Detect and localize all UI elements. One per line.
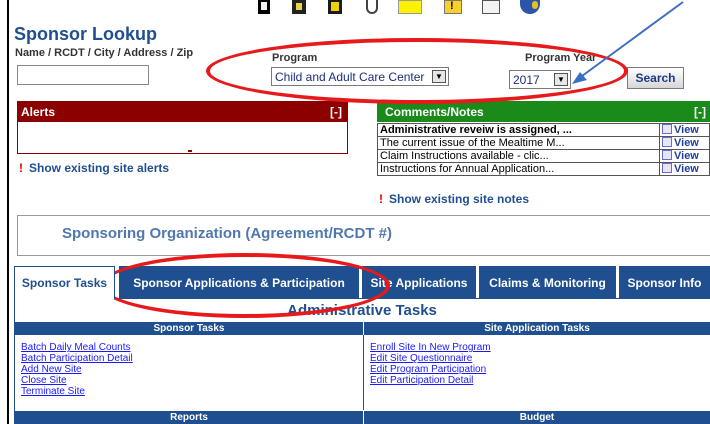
program-year-label: Program Year xyxy=(525,52,597,64)
site-application-task-links: Enroll Site In New Program Edit Site Que… xyxy=(370,342,491,386)
dropdown-arrow-icon[interactable]: ▼ xyxy=(554,73,568,86)
note-edit-icon xyxy=(662,150,672,160)
comments-table: Administrative reveiw is assigned, ... V… xyxy=(377,123,710,176)
sponsor-task-links: Batch Daily Meal Counts Batch Participat… xyxy=(21,342,133,397)
budget-header: Budget xyxy=(364,411,710,424)
alerts-header: Alerts [-] xyxy=(17,101,348,122)
note-edit-icon xyxy=(662,163,672,173)
alerts-title: Alerts xyxy=(21,105,56,119)
cup-icon[interactable] xyxy=(366,0,378,14)
show-site-alerts-label: Show existing site alerts xyxy=(29,161,170,175)
link-edit-program-participation[interactable]: Edit Program Participation xyxy=(370,364,491,375)
comments-collapse-toggle[interactable]: [-] xyxy=(694,105,706,119)
comment-note: Claim Instructions available - clic... xyxy=(377,149,660,163)
comments-title: Comments/Notes xyxy=(385,105,484,119)
document-icon[interactable] xyxy=(258,0,270,14)
program-year-select[interactable]: 2017 ▼ xyxy=(509,70,571,89)
dropdown-arrow-icon[interactable]: ▼ xyxy=(432,70,446,83)
program-select[interactable]: Child and Adult Care Center ▼ xyxy=(271,67,449,86)
view-label: View xyxy=(674,150,699,162)
tab-sponsor-tasks[interactable]: Sponsor Tasks xyxy=(14,266,115,299)
tab-sponsor-applications-participation[interactable]: Sponsor Applications & Participation xyxy=(119,266,359,298)
exclamation-icon: ! xyxy=(19,161,23,175)
name-search-input[interactable] xyxy=(17,65,149,85)
comment-note: The current issue of the Mealtime M... xyxy=(377,136,660,150)
sponsor-tasks-header: Sponsor Tasks xyxy=(15,322,363,335)
administrative-tasks-title: Administrative Tasks xyxy=(287,302,437,319)
link-terminate-site[interactable]: Terminate Site xyxy=(21,386,133,397)
tab-sponsor-info[interactable]: Sponsor Info xyxy=(619,266,710,298)
show-site-alerts-link[interactable]: ! Show existing site alerts xyxy=(19,161,169,175)
note-edit-icon xyxy=(662,124,672,134)
search-button[interactable]: Search xyxy=(627,67,684,89)
link-edit-participation-detail[interactable]: Edit Participation Detail xyxy=(370,375,491,386)
alerts-panel xyxy=(17,122,348,154)
show-site-notes-label: Show existing site notes xyxy=(389,192,530,206)
globe-icon[interactable] xyxy=(520,0,540,14)
program-label: Program xyxy=(272,52,318,64)
column-divider xyxy=(363,335,364,410)
reports-header: Reports xyxy=(15,411,363,424)
warning-icon[interactable] xyxy=(328,0,342,14)
link-batch-participation-detail[interactable]: Batch Participation Detail xyxy=(21,353,133,364)
comment-row: Claim Instructions available - clic... V… xyxy=(377,149,710,163)
program-year-value: 2017 xyxy=(513,73,540,87)
view-label: View xyxy=(674,163,699,175)
link-close-site[interactable]: Close Site xyxy=(21,375,133,386)
link-add-new-site[interactable]: Add New Site xyxy=(21,364,133,375)
view-label: View xyxy=(674,124,699,136)
comment-row: Instructions for Annual Application... V… xyxy=(377,162,710,176)
folder-icon[interactable] xyxy=(398,0,422,14)
comment-note: Instructions for Annual Application... xyxy=(377,162,660,176)
note-edit-icon xyxy=(662,137,672,147)
view-comment-link[interactable]: View xyxy=(659,162,710,176)
view-comment-link[interactable]: View xyxy=(659,149,710,163)
name-search-label: Name / RCDT / City / Address / Zip xyxy=(15,47,194,59)
show-site-notes-link[interactable]: ! Show existing site notes xyxy=(379,192,529,206)
tab-site-applications[interactable]: Site Applications xyxy=(362,266,476,298)
link-edit-site-questionnaire[interactable]: Edit Site Questionnaire xyxy=(370,353,491,364)
comments-header: Comments/Notes [-] xyxy=(377,101,710,122)
list-icon[interactable] xyxy=(482,0,500,14)
site-application-tasks-header: Site Application Tasks xyxy=(364,322,710,335)
alerts-collapse-toggle[interactable]: [-] xyxy=(330,105,342,119)
page-edit-icon[interactable] xyxy=(292,0,306,14)
link-batch-daily-meal-counts[interactable]: Batch Daily Meal Counts xyxy=(21,342,133,353)
link-enroll-site-new-program[interactable]: Enroll Site In New Program xyxy=(370,342,491,353)
tab-claims-monitoring[interactable]: Claims & Monitoring xyxy=(479,266,616,298)
tabs-underline xyxy=(14,298,710,299)
window-left-border xyxy=(7,0,9,424)
comment-row: The current issue of the Mealtime M... V… xyxy=(377,136,710,150)
view-comment-link[interactable]: View xyxy=(659,123,710,137)
program-select-value: Child and Adult Care Center xyxy=(275,70,425,84)
exclamation-icon: ! xyxy=(379,192,383,206)
view-comment-link[interactable]: View xyxy=(659,136,710,150)
page-title: Sponsor Lookup xyxy=(14,24,157,44)
comment-row: Administrative reveiw is assigned, ... V… xyxy=(377,123,710,137)
alert-icon[interactable] xyxy=(444,0,462,14)
sponsoring-org-title: Sponsoring Organization (Agreement/RCDT … xyxy=(62,225,393,242)
comment-note: Administrative reveiw is assigned, ... xyxy=(377,123,660,137)
view-label: View xyxy=(674,137,699,149)
